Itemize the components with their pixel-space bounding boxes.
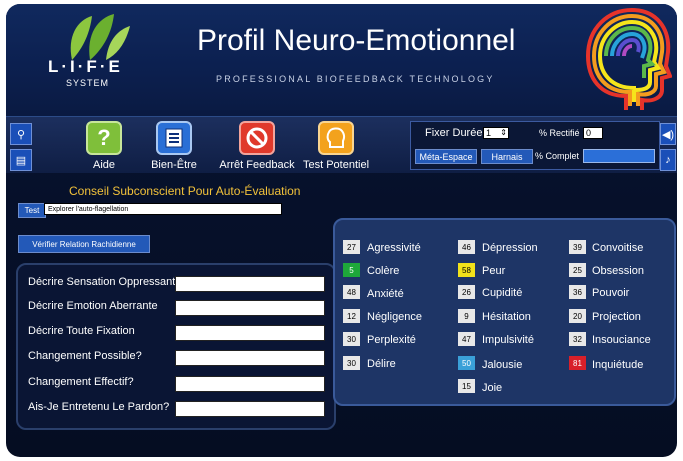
emotion-number: 32: [569, 332, 586, 346]
row-label: Décrire Sensation Oppressante: [28, 276, 182, 288]
text-field[interactable]: [175, 325, 325, 341]
emotion-number: 27: [343, 240, 360, 254]
row-label: Décrire Emotion Aberrante: [28, 300, 158, 312]
emotion-number: 47: [458, 332, 475, 346]
question-icon: ?: [86, 121, 122, 155]
emotion-label[interactable]: Cupidité: [482, 287, 522, 299]
text-field[interactable]: [175, 350, 325, 366]
row-label: Changement Possible?: [28, 350, 142, 362]
aide-label: Aide: [92, 159, 116, 171]
emotion-label[interactable]: Délire: [367, 358, 396, 370]
emotion-number: 9: [458, 309, 475, 323]
meta-espace-button[interactable]: Méta-Espace: [415, 149, 477, 164]
stop-icon: [239, 121, 275, 155]
bien-etre-label: Bien-Être: [151, 159, 197, 171]
emotion-label[interactable]: Inquiétude: [592, 359, 643, 371]
text-field[interactable]: [175, 401, 325, 417]
emotion-number: 30: [343, 356, 360, 370]
fixer-duree-label: Fixer Durée: [425, 127, 483, 139]
emotion-number: 81: [569, 356, 586, 370]
emotion-label[interactable]: Insouciance: [592, 334, 651, 346]
row-label: Changement Effectif?: [28, 376, 134, 388]
emotion-number: 48: [343, 285, 360, 299]
emotion-number: 15: [458, 379, 475, 393]
text-field[interactable]: [175, 300, 325, 316]
fixer-duree-value: 1: [486, 128, 492, 138]
test-potentiel-button[interactable]: Test Potentiel: [296, 121, 376, 171]
text-field[interactable]: [175, 276, 325, 292]
arret-feedback-label: Arrêt Feedback: [219, 159, 295, 171]
emotion-label[interactable]: Perplexité: [367, 334, 416, 346]
emotion-label[interactable]: Anxiété: [367, 288, 404, 300]
page-title: Profil Neuro-Emotionnel: [197, 24, 516, 57]
arret-feedback-button[interactable]: Arrêt Feedback: [212, 121, 302, 171]
emotion-label[interactable]: Obsession: [592, 265, 644, 277]
emotion-number: 30: [343, 332, 360, 346]
emotion-number: 46: [458, 240, 475, 254]
emotion-label[interactable]: Convoitise: [592, 242, 643, 254]
chat-icon[interactable]: ▤: [10, 149, 32, 171]
row-label: Ais-Je Entretenu Le Pardon?: [28, 401, 170, 413]
complet-progress-bar: [583, 149, 655, 163]
spinner-icon[interactable]: ⇕: [500, 128, 507, 137]
rectifie-value: 0: [586, 128, 592, 138]
emotion-label[interactable]: Jalousie: [482, 359, 522, 371]
emotion-label[interactable]: Peur: [482, 265, 505, 277]
emotion-number: 12: [343, 309, 360, 323]
rectifie-field[interactable]: 0: [583, 127, 603, 139]
document-icon: [156, 121, 192, 155]
emotion-number: 50: [458, 356, 475, 370]
header: L·I·F·E SYSTEM Profil Neuro-Emotionnel P…: [6, 4, 677, 116]
music-note-icon[interactable]: ♪: [660, 149, 676, 171]
emotion-number: 20: [569, 309, 586, 323]
test-potentiel-label: Test Potentiel: [302, 159, 370, 171]
toolbar: ⚲ ▤ ? Aide Bien-Être Arrêt Feedback Test…: [6, 116, 677, 173]
leaf-logo-icon: [70, 14, 130, 60]
emotion-label[interactable]: Projection: [592, 311, 641, 323]
settings-panel: Fixer Durée 1 ⇕ % Rectifié 0 Méta-Espace…: [410, 121, 660, 170]
emotion-label[interactable]: Hésitation: [482, 311, 531, 323]
logo-text: L·I·F·E: [48, 57, 123, 76]
speaker-icon[interactable]: ◀): [660, 123, 676, 145]
row-label: Décrire Toute Fixation: [28, 325, 135, 337]
emotion-label[interactable]: Pouvoir: [592, 287, 629, 299]
advice-title: Conseil Subconscient Pour Auto-Évaluatio…: [69, 184, 301, 198]
app-window: L·I·F·E SYSTEM Profil Neuro-Emotionnel P…: [6, 4, 677, 457]
antenna-icon[interactable]: ⚲: [10, 123, 32, 145]
bien-etre-button[interactable]: Bien-Être: [144, 121, 204, 171]
emotion-number: 39: [569, 240, 586, 254]
text-field[interactable]: [175, 376, 325, 392]
emotion-label[interactable]: Colère: [367, 265, 399, 277]
emotion-label[interactable]: Impulsivité: [482, 334, 534, 346]
rectifie-label: % Rectifié: [539, 128, 580, 138]
complet-label: % Complet: [535, 151, 580, 161]
aide-button[interactable]: ? Aide: [78, 121, 130, 171]
head-icon: [318, 121, 354, 155]
emotion-label[interactable]: Dépression: [482, 242, 538, 254]
emotion-number: 36: [569, 285, 586, 299]
verify-spinal-button[interactable]: Vérifier Relation Rachidienne: [18, 235, 150, 253]
emotion-label[interactable]: Négligence: [367, 311, 422, 323]
emotion-number: 5: [343, 263, 360, 277]
emotion-number: 58: [458, 263, 475, 277]
test-button[interactable]: Test: [18, 203, 46, 218]
emotion-label[interactable]: Agressivité: [367, 242, 421, 254]
emotion-label[interactable]: Joie: [482, 382, 502, 394]
emotion-number: 26: [458, 285, 475, 299]
fixer-duree-field[interactable]: 1 ⇕: [483, 127, 509, 139]
emotion-number: 25: [569, 263, 586, 277]
harnais-button[interactable]: Harnais: [481, 149, 533, 164]
logo-subtext: SYSTEM: [66, 78, 110, 88]
page-subtitle: PROFESSIONAL BIOFEEDBACK TECHNOLOGY: [216, 74, 495, 84]
test-field[interactable]: Explorer l'auto-flagellation: [44, 203, 282, 215]
rainbow-head-icon: [585, 7, 672, 110]
